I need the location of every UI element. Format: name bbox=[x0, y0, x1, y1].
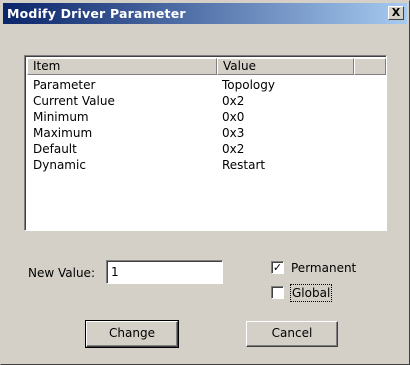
close-icon: X bbox=[391, 6, 401, 19]
list-cell-item: Current Value bbox=[33, 94, 115, 108]
list-cell-item: Dynamic bbox=[33, 158, 86, 172]
list-cell-value: 0x2 bbox=[222, 142, 245, 156]
global-checkbox-box[interactable] bbox=[271, 286, 284, 299]
change-button[interactable]: Change bbox=[85, 320, 179, 348]
permanent-checkbox-box[interactable]: ✓ bbox=[271, 261, 284, 274]
list-cell-value: Topology bbox=[222, 78, 275, 92]
list-cell-item: Default bbox=[33, 142, 77, 156]
title-bar[interactable]: Modify Driver Parameter X bbox=[3, 3, 407, 24]
column-header-value[interactable]: Value bbox=[217, 58, 354, 75]
list-row-default[interactable]: Default 0x2 bbox=[27, 141, 386, 157]
list-cell-item: Maximum bbox=[33, 126, 93, 140]
list-row-current-value[interactable]: Current Value 0x2 bbox=[27, 93, 386, 109]
list-cell-value: 0x2 bbox=[222, 94, 245, 108]
list-row-maximum[interactable]: Maximum 0x3 bbox=[27, 125, 386, 141]
global-label[interactable]: Global bbox=[289, 284, 333, 302]
list-row-minimum[interactable]: Minimum 0x0 bbox=[27, 109, 386, 125]
window-title: Modify Driver Parameter bbox=[7, 6, 186, 21]
column-header-item[interactable]: Item bbox=[27, 58, 217, 75]
list-row-dynamic[interactable]: Dynamic Restart bbox=[27, 157, 386, 173]
list-cell-value: 0x0 bbox=[222, 110, 245, 124]
list-header: Item Value bbox=[27, 58, 386, 75]
close-button[interactable]: X bbox=[388, 6, 404, 20]
list-rows: Parameter Topology Current Value 0x2 Min… bbox=[27, 77, 386, 173]
list-row-parameter[interactable]: Parameter Topology bbox=[27, 77, 386, 93]
modify-driver-parameter-dialog: Modify Driver Parameter X Item Value Par… bbox=[0, 0, 410, 365]
cancel-button[interactable]: Cancel bbox=[246, 321, 338, 347]
new-value-label: New Value: bbox=[28, 266, 95, 280]
permanent-label[interactable]: Permanent bbox=[291, 260, 356, 276]
list-cell-value: Restart bbox=[222, 158, 266, 172]
checkmark-icon: ✓ bbox=[272, 261, 283, 274]
list-cell-value: 0x3 bbox=[222, 126, 245, 140]
list-cell-item: Minimum bbox=[33, 110, 89, 124]
list-cell-item: Parameter bbox=[33, 78, 96, 92]
new-value-input[interactable] bbox=[106, 260, 223, 284]
column-header-filler bbox=[354, 58, 386, 75]
parameter-list[interactable]: Item Value Parameter Topology Current Va… bbox=[24, 55, 387, 231]
